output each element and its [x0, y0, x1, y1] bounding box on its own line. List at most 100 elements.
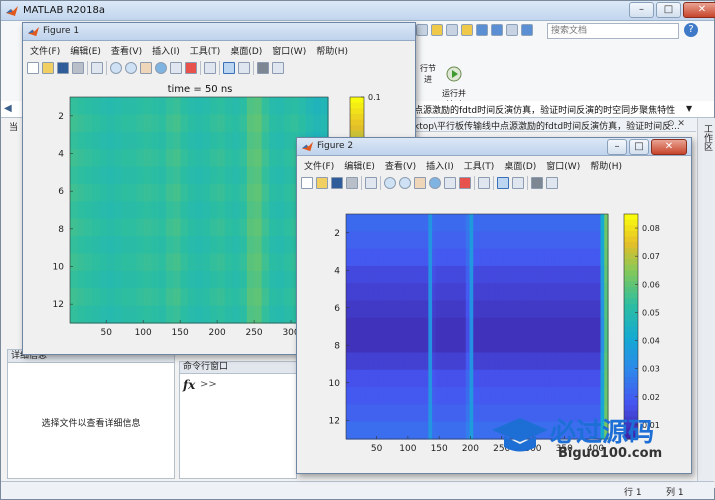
close-button[interactable]: ✕: [651, 139, 687, 155]
save-figure-icon[interactable]: [57, 62, 69, 74]
new-figure-icon[interactable]: [301, 177, 313, 189]
save-icon[interactable]: [416, 24, 428, 36]
heatmap-cell: [114, 305, 119, 324]
heatmap-cell: [390, 265, 396, 284]
heatmap-cell: [394, 231, 399, 250]
pointer-icon[interactable]: [365, 177, 377, 189]
rotate-3d-icon[interactable]: [155, 62, 167, 74]
minimize-button[interactable]: –: [629, 2, 654, 18]
back-arrow-icon[interactable]: ◀: [4, 103, 12, 114]
open-file-icon[interactable]: [42, 62, 54, 74]
data-cursor-icon[interactable]: [444, 177, 456, 189]
cut-icon[interactable]: [431, 24, 443, 36]
figure-1-menu-5[interactable]: 桌面(D): [225, 43, 267, 57]
figure-2-menu-6[interactable]: 窗口(W): [541, 158, 585, 172]
print-icon[interactable]: [346, 177, 358, 189]
pointer-icon[interactable]: [91, 62, 103, 74]
path-dropdown-icon[interactable]: ▼: [686, 104, 692, 113]
minimize-button[interactable]: –: [607, 139, 627, 155]
heatmap-cell: [465, 421, 471, 440]
undo-icon[interactable]: [476, 24, 488, 36]
heatmap-cell: [435, 421, 441, 440]
close-button[interactable]: ✕: [683, 2, 715, 18]
heatmap-cell: [593, 248, 598, 267]
save-figure-icon[interactable]: [331, 177, 343, 189]
doc-search-input[interactable]: 搜索文档: [547, 23, 679, 39]
heatmap-cell: [95, 183, 101, 202]
heatmap-cell: [95, 149, 101, 168]
heatmap-cell: [77, 131, 82, 150]
heatmap-cell: [99, 201, 104, 220]
hide-plot-tools-icon[interactable]: [257, 62, 269, 74]
editor-close-icon[interactable]: ⊙ ✕: [667, 119, 685, 129]
brush-icon[interactable]: [459, 177, 471, 189]
colorbar-toggle-icon[interactable]: [223, 62, 235, 74]
figure-2-menu-0[interactable]: 文件(F): [299, 158, 339, 172]
redo-icon[interactable]: [491, 24, 503, 36]
heatmap-cell: [154, 201, 160, 220]
heatmap-cell: [77, 149, 82, 168]
help-button[interactable]: ?: [684, 23, 698, 37]
heatmap-cell: [95, 218, 101, 237]
link-plot-icon[interactable]: [478, 177, 490, 189]
data-cursor-icon[interactable]: [170, 62, 182, 74]
heatmap-cell: [533, 265, 538, 284]
show-plot-tools-icon[interactable]: [546, 177, 558, 189]
command-window[interactable]: 命令行窗口 fx >>: [179, 361, 297, 479]
figure-1-menu-0[interactable]: 文件(F): [25, 43, 65, 57]
rotate-3d-icon[interactable]: [429, 177, 441, 189]
heatmap-cell: [147, 288, 152, 307]
open-file-icon[interactable]: [316, 177, 328, 189]
figure-1-menu-1[interactable]: 编辑(E): [65, 43, 106, 57]
legend-toggle-icon[interactable]: [512, 177, 524, 189]
heatmap-cell: [77, 305, 82, 324]
figure-1-menu-6[interactable]: 窗口(W): [267, 43, 311, 57]
figure-2-menu-5[interactable]: 桌面(D): [499, 158, 541, 172]
help-icon[interactable]: [521, 24, 533, 36]
figure-1-menu-4[interactable]: 工具(T): [185, 43, 226, 57]
hide-plot-tools-icon[interactable]: [531, 177, 543, 189]
heatmap-cell: [298, 114, 303, 133]
show-plot-tools-icon[interactable]: [272, 62, 284, 74]
fx-icon[interactable]: fx: [183, 378, 195, 392]
workspace-panel-tab[interactable]: 工作区: [697, 118, 715, 488]
switch-windows-icon[interactable]: [506, 24, 518, 36]
heatmap-cell: [600, 231, 605, 250]
heatmap-cell: [585, 231, 590, 250]
figure-2-menu-1[interactable]: 编辑(E): [339, 158, 380, 172]
heatmap-cell: [424, 335, 429, 354]
heatmap-cell: [450, 300, 456, 319]
zoom-out-icon[interactable]: [125, 62, 137, 74]
heatmap-cell: [316, 114, 322, 133]
copy-icon[interactable]: [446, 24, 458, 36]
pan-icon[interactable]: [414, 177, 426, 189]
pan-icon[interactable]: [140, 62, 152, 74]
current-folder-path[interactable]: 点源激励的fdtd时间反演仿真，验证时间反演的时空同步聚焦特性: [414, 103, 675, 116]
figure-1-menu-2[interactable]: 查看(V): [106, 43, 147, 57]
heatmap-cell: [387, 404, 392, 423]
maximize-button[interactable]: □: [629, 139, 649, 155]
heatmap-cell: [117, 236, 123, 255]
zoom-in-icon[interactable]: [384, 177, 396, 189]
colorbar-toggle-icon[interactable]: [497, 177, 509, 189]
new-figure-icon[interactable]: [27, 62, 39, 74]
link-plot-icon[interactable]: [204, 62, 216, 74]
figure-1-menu-7[interactable]: 帮助(H): [311, 43, 353, 57]
maximize-button[interactable]: □: [656, 2, 681, 18]
zoom-out-icon[interactable]: [399, 177, 411, 189]
heatmap-cell: [503, 265, 508, 284]
heatmap-cell: [548, 352, 553, 371]
paste-icon[interactable]: [461, 24, 473, 36]
legend-toggle-icon[interactable]: [238, 62, 250, 74]
figure-2-menu-3[interactable]: 插入(I): [421, 158, 459, 172]
figure-1-menu-3[interactable]: 插入(I): [147, 43, 185, 57]
zoom-in-icon[interactable]: [110, 62, 122, 74]
heatmap-cell: [151, 218, 156, 237]
figure-2-menu-2[interactable]: 查看(V): [380, 158, 421, 172]
figure-2-menu-4[interactable]: 工具(T): [459, 158, 500, 172]
figure-2-menu-7[interactable]: 帮助(H): [585, 158, 627, 172]
print-icon[interactable]: [72, 62, 84, 74]
heatmap-cell: [165, 236, 171, 255]
editor-file-tab[interactable]: ktop\平行板传输线中点源激励的fdtd时间反演仿真，验证时间反...: [414, 119, 680, 132]
brush-icon[interactable]: [185, 62, 197, 74]
